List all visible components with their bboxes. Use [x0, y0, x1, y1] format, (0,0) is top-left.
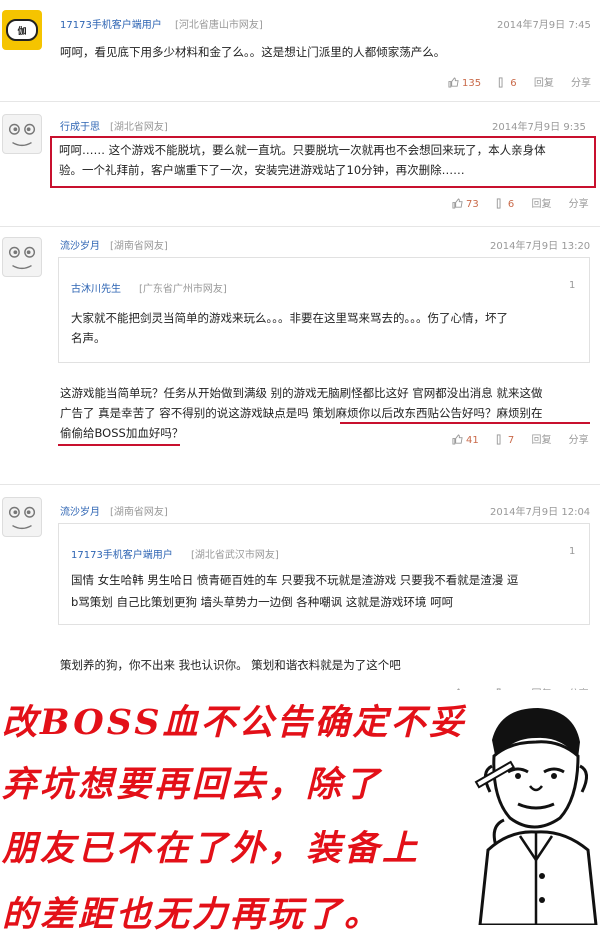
- comment-date: 2014年7月9日 7:45: [497, 20, 591, 31]
- comment-location: [河北省唐山市网友]: [175, 20, 263, 31]
- quote-location: [湖北省武汉市网友]: [191, 550, 279, 561]
- caption-line-3: 朋友已不在了外，装备上: [2, 828, 421, 869]
- like-button[interactable]: 135: [448, 77, 481, 89]
- thumbs-up-icon: [452, 198, 463, 209]
- reply-button[interactable]: 回复: [534, 74, 554, 89]
- quote-text-line-1: 国情 女生哈韩 男生哈日 愤青砸百姓的车 只要我不玩就是渣游戏 只要我不看就是渣…: [71, 573, 519, 587]
- quoted-comment: 17173手机客户端用户 [湖北省武汉市网友] 1 国情 女生哈韩 男生哈日 愤…: [58, 523, 590, 625]
- comment-username[interactable]: 17173手机客户端用户: [60, 16, 162, 31]
- share-button[interactable]: 分享: [571, 74, 591, 89]
- quote-floor-number: 1: [569, 280, 576, 291]
- quote-text-line-1: 大家就不能把剑灵当简单的游戏来玩么。。。非要在这里骂来骂去的。。。伤了心情，坏了: [71, 311, 508, 325]
- quote-floor-number: 1: [569, 546, 576, 557]
- comment-location: [湖北省网友]: [110, 122, 168, 133]
- comment-4: 流沙岁月 [湖南省网友] 2014年7月9日 12:04 17173手机客户端用…: [0, 485, 600, 700]
- comment-1: 伽 17173手机客户端用户 [河北省唐山市网友] 2014年7月9日 7:45…: [0, 0, 600, 100]
- quote-text-line-2: b骂策划 自己比策划更狗 墙头草势力一边倒 各种嘲讽 这就是游戏环境 呵呵: [71, 595, 454, 609]
- share-button[interactable]: 分享: [569, 195, 589, 210]
- comment-text-line-2: 广告了 真是幸苦了 容不得别的说这游戏缺点是吗 策划麻烦你以后改东西贴公告好吗？…: [60, 406, 543, 420]
- cartoon-smoking-man-illustration: [474, 708, 598, 925]
- thumbs-down-icon: [496, 434, 501, 445]
- comment-2: 行成于思 [湖北省网友] 2014年7月9日 9:35 呵呵…… 这个游戏不能脱…: [0, 102, 600, 226]
- comment-text-line-2: 验。一个礼拜前，客户端重下了一次，安装完进游戏站了10分钟，再次删除……: [59, 163, 465, 177]
- comment-text: 策划养的狗，你不出来 我也认识你。 策划和谐衣料就是为了这个吧: [60, 658, 401, 672]
- comment-text-line-1: 这游戏能当简单玩？任务从开始做到满级 别的游戏无脑刷怪都比这好 官网都没出消息 …: [60, 386, 543, 400]
- default-avatar-icon: [8, 246, 36, 270]
- quote-location: [广东省广州市网友]: [139, 284, 227, 295]
- comment-username[interactable]: 流沙岁月: [60, 237, 100, 252]
- caption-line-2: 弃坑想要再回去，除了: [2, 764, 383, 805]
- comment-actions: 73 6 回复 分享: [452, 195, 600, 210]
- comment-text-line-3: 偷偷给BOSS加血好吗？: [60, 426, 184, 440]
- thumbs-up-icon: [448, 77, 459, 88]
- like-button[interactable]: 41: [452, 434, 479, 446]
- comment-location: [湖南省网友]: [110, 241, 168, 252]
- thumbs-down-icon: [496, 198, 501, 209]
- reply-button[interactable]: 回复: [531, 431, 551, 446]
- caption-line-1: 改BOSS血不公告确定不妥: [2, 702, 467, 743]
- quoted-comment: 古沐川先生 [广东省广州市网友] 1 大家就不能把剑灵当简单的游戏来玩么。。。非…: [58, 257, 590, 363]
- highlight-underline: [58, 444, 180, 446]
- meme-caption-banner: 改BOSS血不公告确定不妥 弃坑想要再回去，除了 朋友已不在了外，装备上 的差距…: [0, 690, 600, 940]
- reply-button[interactable]: 回复: [531, 195, 551, 210]
- comment-actions: 41 7 回复 分享: [452, 431, 600, 446]
- avatar-default[interactable]: [2, 497, 42, 537]
- quote-text-line-2: 名声。: [71, 331, 106, 345]
- default-avatar-icon: [8, 506, 36, 530]
- default-avatar-icon: [8, 123, 36, 147]
- comment-username[interactable]: 流沙岁月: [60, 503, 100, 518]
- comment-username[interactable]: 行成于思: [60, 118, 100, 133]
- highlight-underline: [340, 422, 590, 424]
- dislike-button[interactable]: 7: [496, 434, 514, 446]
- comment-date: 2014年7月9日 9:35: [492, 122, 586, 133]
- comment-date: 2014年7月9日 12:04: [490, 507, 591, 518]
- quote-username[interactable]: 古沐川先生: [71, 280, 121, 295]
- caption-line-4: 的差距也无力再玩了。: [2, 894, 383, 935]
- comment-3: 流沙岁月 [湖南省网友] 2014年7月9日 13:20 古沐川先生 [广东省广…: [0, 227, 600, 482]
- dislike-button[interactable]: 6: [498, 77, 517, 89]
- share-button[interactable]: 分享: [569, 431, 589, 446]
- comment-text-line-1: 呵呵…… 这个游戏不能脱坑，要么就一直坑。只要脱坑一次就再也不会想回来玩了，本人…: [59, 143, 546, 157]
- comment-text: 呵呵，看见底下用多少材料和金了么。。这是想让门派里的人都倾家荡产么。: [60, 45, 446, 59]
- avatar-default[interactable]: [2, 114, 42, 154]
- avatar-app-user[interactable]: 伽: [2, 10, 42, 50]
- thumbs-down-icon: [499, 77, 503, 88]
- app-logo-icon: 伽: [6, 19, 38, 41]
- like-button[interactable]: 73: [452, 198, 479, 210]
- avatar-default[interactable]: [2, 237, 42, 277]
- comment-location: [湖南省网友]: [110, 507, 168, 518]
- comment-date: 2014年7月9日 13:20: [490, 241, 591, 252]
- quote-username[interactable]: 17173手机客户端用户: [71, 546, 173, 561]
- thumbs-up-icon: [452, 434, 463, 445]
- dislike-button[interactable]: 6: [496, 198, 514, 210]
- comment-actions: 135 6 回复 分享: [448, 74, 600, 89]
